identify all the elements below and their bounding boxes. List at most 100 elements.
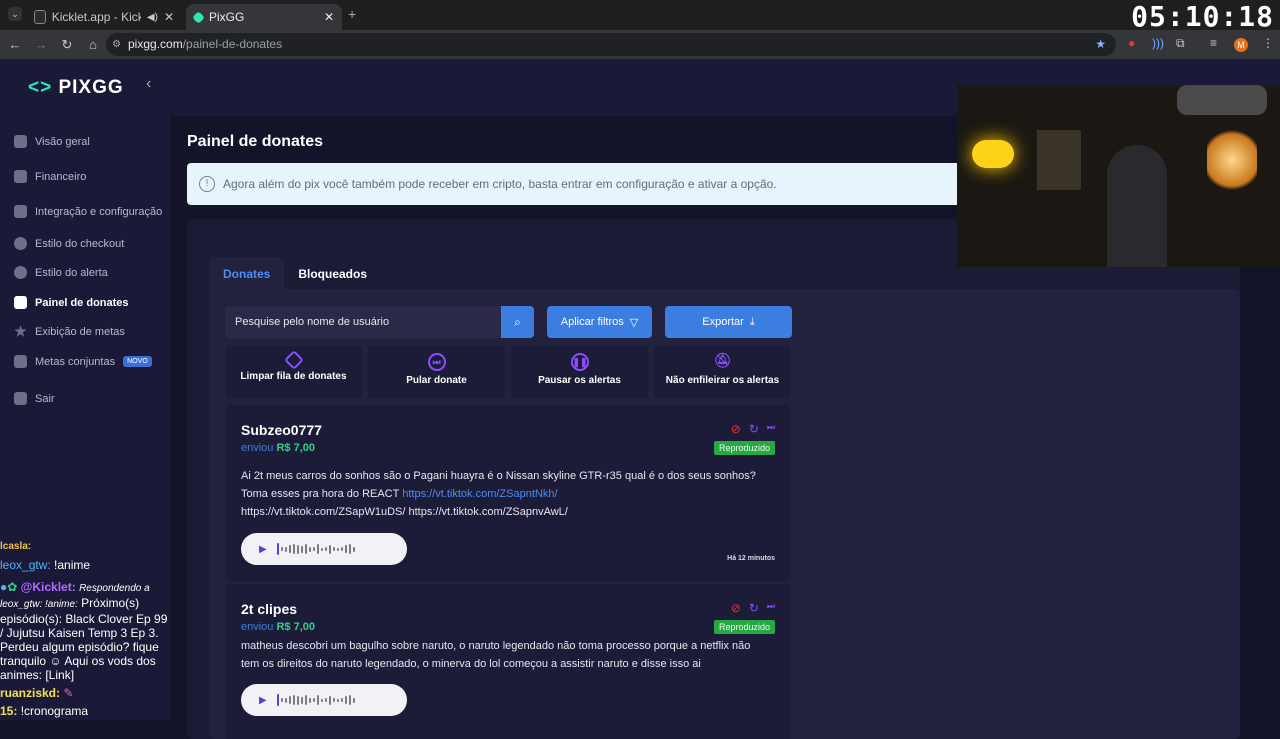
skip-donate-button[interactable]: ⏭ Pular donate	[368, 346, 505, 398]
home-icon[interactable]: ⌂	[82, 37, 104, 52]
tab-list-icon[interactable]: ⌄	[8, 7, 22, 21]
replay-icon[interactable]: ↻	[749, 422, 759, 436]
donate-actions: ⊘ ↻ ⏭	[731, 422, 775, 436]
collapse-sidebar-icon[interactable]: ‹	[146, 75, 151, 93]
info-icon: !	[199, 176, 215, 192]
waveform-bar	[320, 698, 323, 702]
button-label: Não enfileirar os alertas	[665, 375, 780, 386]
sidebar-item-label: Painel de donates	[35, 296, 129, 309]
new-badge: NOVO	[123, 356, 152, 367]
browser-tab-pixgg[interactable]: PixGG ✕	[186, 4, 342, 30]
chat-username: 15:	[0, 704, 18, 718]
button-label: Pular donate	[406, 375, 467, 386]
waveform-bar	[320, 547, 323, 551]
waveform-bar	[332, 547, 335, 551]
donate-card: Subzeo0777 enviou R$ 7,00 ⊘ ↻ ⏭ Reproduz…	[225, 405, 791, 581]
emote-icon: ☺	[49, 654, 62, 668]
sidebar-item-label: Metas conjuntas	[35, 355, 116, 368]
url-field[interactable]: ⚙ pixgg.com/painel-de-donates ★	[106, 33, 1116, 56]
chat-line: 15: !cronograma	[0, 704, 172, 718]
profile-avatar[interactable]: M	[1234, 38, 1248, 52]
message-text: https://vt.tiktok.com/ZSapW1uDS/ https:/…	[241, 506, 568, 518]
waveform-bar	[324, 547, 327, 551]
download-icon: ⤓	[749, 315, 755, 328]
new-tab-button[interactable]: +	[348, 6, 356, 22]
waveform-bar	[328, 544, 331, 554]
message-link[interactable]: https://vt.tiktok.com/ZSapntNkh/	[402, 488, 557, 500]
waveform-bar	[344, 545, 347, 553]
extensions-puzzle-icon[interactable]: ⧉	[1176, 36, 1185, 51]
waveform-bar	[296, 695, 299, 705]
pixgg-logo[interactable]: <> PIXGG	[28, 77, 124, 99]
sidebar-item-sair[interactable]: Sair	[14, 392, 55, 405]
car-model	[1177, 85, 1267, 115]
sidebar-item-label: Exibição de metas	[35, 325, 125, 338]
sidebar-item-estilo-checkout[interactable]: Estilo do checkout	[14, 237, 124, 250]
button-label: Aplicar filtros	[560, 316, 624, 328]
sidebar-item-label: Visão geral	[35, 135, 90, 148]
dont-queue-alerts-button[interactable]: 🔕︎ Não enfileirar os alertas	[654, 346, 791, 398]
waveform-bar	[332, 698, 335, 702]
waveform-bar	[316, 544, 319, 554]
home-icon	[14, 135, 27, 148]
extension-record-icon[interactable]: ●	[1128, 36, 1135, 50]
replay-icon[interactable]: ↻	[749, 601, 759, 615]
pause-alerts-button[interactable]: ❚❚ Pausar os alertas	[511, 346, 648, 398]
close-tab-icon[interactable]: ✕	[324, 10, 334, 24]
alert-text: Agora além do pix você também pode receb…	[223, 177, 777, 191]
logo-text: PIXGG	[58, 77, 124, 98]
browser-tab-kicklet[interactable]: Kicklet.app - Kick Chatbot a ◀) ✕	[26, 4, 182, 30]
audio-player[interactable]: ▶	[241, 684, 407, 716]
tab-donates[interactable]: Donates	[209, 257, 285, 291]
block-icon[interactable]: ⊘	[731, 422, 741, 436]
play-icon[interactable]: ▶	[259, 695, 267, 706]
waveform-bar	[276, 543, 279, 555]
site-info-icon[interactable]: ⚙	[112, 33, 121, 56]
sidebar-item-exibicao-metas[interactable]: Exibição de metas	[14, 325, 125, 338]
play-icon[interactable]: ▶	[259, 544, 267, 555]
apply-filters-button[interactable]: Aplicar filtros ▽	[547, 306, 652, 338]
waveform-bar	[312, 698, 315, 702]
sidebar-item-financeiro[interactable]: Financeiro	[14, 170, 86, 183]
waveform-bar	[280, 698, 283, 702]
sidebar-item-metas-conjuntas[interactable]: Metas conjuntas NOVO	[14, 355, 152, 368]
url-path: /painel-de-donates	[182, 37, 283, 51]
sent-label: enviou	[241, 442, 274, 454]
audio-player[interactable]: ▶	[241, 533, 407, 565]
sidebar-item-painel-donates[interactable]: Painel de donates	[14, 296, 129, 309]
waveform-bar	[312, 547, 315, 551]
waveform-bar	[292, 695, 295, 705]
clear-queue-button[interactable]: Limpar fila de donates	[225, 346, 362, 398]
skip-icon[interactable]: ⏭	[767, 422, 775, 436]
reload-icon[interactable]: ↻	[56, 37, 78, 53]
filter-icon: ▽	[629, 316, 639, 329]
sidebar-item-label: Integração e configuração	[35, 205, 163, 218]
extension-wave-icon[interactable]: )))	[1152, 36, 1164, 50]
search-input[interactable]: Pesquise pelo nome de usuário	[225, 306, 534, 338]
forward-icon[interactable]: →	[30, 37, 52, 52]
tab-bloqueados[interactable]: Bloqueados	[284, 257, 381, 291]
skip-icon[interactable]: ⏭	[767, 601, 775, 615]
palette-icon	[14, 266, 27, 279]
wallet-icon	[14, 170, 27, 183]
donates-list-container: Pesquise pelo nome de usuário ⌕ Aplicar …	[209, 289, 1240, 739]
browser-menu-icon[interactable]: ⋮	[1262, 36, 1274, 50]
bookmark-star-icon[interactable]: ★	[1095, 33, 1106, 56]
back-icon[interactable]: ←	[4, 37, 26, 52]
waveform	[276, 694, 355, 706]
sidebar-item-estilo-alerta[interactable]: Estilo do alerta	[14, 266, 108, 279]
waveform-bar	[348, 544, 351, 554]
sidebar-item-visao-geral[interactable]: Visão geral	[14, 135, 90, 148]
export-button[interactable]: Exportar ⤓	[665, 306, 792, 338]
chat-username: @Kicklet:	[20, 580, 76, 594]
sidebar-item-integracao[interactable]: Integração e configuração	[14, 205, 162, 218]
waveform-bar	[276, 694, 279, 706]
audio-icon[interactable]: ◀)	[147, 12, 158, 23]
eraser-icon	[283, 350, 304, 370]
donor-name: Subzeo0777	[241, 422, 322, 438]
block-icon[interactable]: ⊘	[731, 601, 741, 615]
close-tab-icon[interactable]: ✕	[164, 10, 174, 24]
search-button[interactable]: ⌕	[501, 306, 534, 338]
media-control-icon[interactable]: ≡	[1210, 36, 1217, 50]
chat-line: lcasla:	[0, 541, 32, 550]
